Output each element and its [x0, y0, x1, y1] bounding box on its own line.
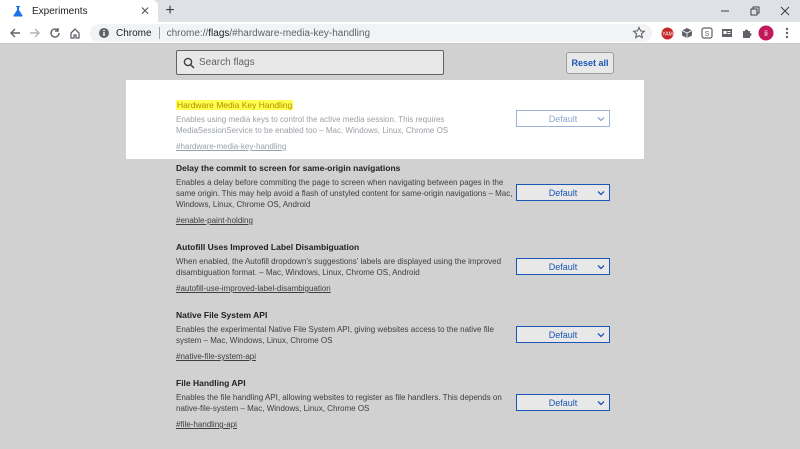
search-field[interactable]	[176, 50, 444, 75]
select-value: Default	[548, 397, 578, 408]
tab-close-icon[interactable]: ✕	[136, 4, 154, 18]
chrome-info-icon[interactable]	[98, 27, 110, 39]
flask-icon	[13, 6, 23, 17]
flag-name: Autofill Uses Improved Label Disambiguat…	[176, 242, 360, 252]
flag-hardware-media-key-handling: Hardware Media Key Handling Enables usin…	[176, 95, 516, 154]
flag-description: Enables using media keys to control the …	[176, 115, 449, 135]
svg-text:ii: ii	[764, 29, 768, 38]
toxic-ext-icon[interactable]: YAM	[660, 26, 674, 40]
chevron-down-icon	[597, 191, 605, 196]
url-text: chrome://flags/#hardware-media-key-handl…	[166, 27, 371, 39]
select-value: Default	[548, 329, 578, 340]
flag-link[interactable]: #enable-paint-holding	[176, 216, 253, 225]
select-value: Default	[548, 187, 578, 198]
select-value: Default	[548, 113, 578, 124]
card-ext-icon[interactable]	[720, 26, 734, 40]
search-input[interactable]	[199, 57, 429, 68]
flag-native-file-system-api: Native File System API Enables the exper…	[176, 310, 516, 364]
cube-ext-icon[interactable]	[680, 26, 694, 40]
flag-select-enable-paint-holding[interactable]: Default	[516, 184, 610, 201]
minimize-icon[interactable]	[710, 0, 740, 22]
flag-description: When enabled, the Autofill dropdown's su…	[176, 257, 502, 277]
avatar[interactable]: ii	[758, 25, 774, 41]
flag-select-autofill-use-improved-label-disambiguation[interactable]: Default	[516, 258, 610, 275]
flag-name: Delay the commit to screen for same-orig…	[176, 163, 401, 173]
address-bar[interactable]: Chrome chrome://flags/#hardware-media-ke…	[90, 24, 652, 42]
new-tab-button[interactable]: +	[160, 1, 180, 21]
tab-title: Experiments	[32, 5, 88, 17]
chevron-down-icon	[597, 333, 605, 338]
flag-description: Enables the file handling API, allowing …	[176, 393, 502, 413]
bookmark-star-icon[interactable]	[632, 26, 646, 40]
svg-text:S: S	[705, 31, 710, 38]
flags-header: Reset all	[0, 45, 800, 81]
home-icon[interactable]	[66, 24, 84, 42]
flag-name: File Handling API	[176, 378, 246, 388]
s-ext-icon[interactable]: S	[700, 26, 714, 40]
chevron-down-icon	[597, 401, 605, 406]
flags-page: Reset all Hardware Media Key Handling En…	[0, 45, 800, 449]
reset-all-button[interactable]: Reset all	[566, 52, 614, 74]
flag-description: Enables a delay before commiting the pag…	[176, 178, 513, 209]
flag-file-handling-api: File Handling API Enables the file handl…	[176, 378, 516, 432]
back-icon[interactable]	[6, 24, 24, 42]
search-icon	[183, 57, 195, 69]
forward-icon[interactable]	[26, 24, 44, 42]
scheme-label: Chrome	[116, 27, 152, 39]
chevron-down-icon	[597, 265, 605, 270]
flag-autofill-use-improved-label-disambiguation: Autofill Uses Improved Label Disambiguat…	[176, 242, 516, 296]
flag-enable-paint-holding: Delay the commit to screen for same-orig…	[176, 163, 516, 228]
reload-icon[interactable]	[46, 24, 64, 42]
chevron-down-icon	[597, 117, 605, 122]
flag-description: Enables the experimental Native File Sys…	[176, 325, 494, 345]
flag-select-file-handling-api[interactable]: Default	[516, 394, 610, 411]
close-window-icon[interactable]	[770, 0, 800, 22]
tab-strip: Experiments ✕ +	[0, 0, 800, 22]
kebab-menu-icon[interactable]	[780, 26, 794, 40]
browser-toolbar: Chrome chrome://flags/#hardware-media-ke…	[0, 22, 800, 44]
tab-experiments[interactable]: Experiments ✕	[0, 0, 158, 22]
flag-link[interactable]: #autofill-use-improved-label-disambiguat…	[176, 284, 331, 293]
flag-select-native-file-system-api[interactable]: Default	[516, 326, 610, 343]
flag-link[interactable]: #native-file-system-api	[176, 352, 256, 361]
flag-link[interactable]: #hardware-media-key-handling	[176, 142, 286, 151]
puzzle-extensions-icon[interactable]	[740, 26, 754, 40]
flag-name: Native File System API	[176, 310, 268, 320]
flag-select-hardware-media-key-handling[interactable]: Default	[516, 110, 610, 127]
flag-name: Hardware Media Key Handling	[176, 100, 294, 110]
select-value: Default	[548, 261, 578, 272]
flag-link[interactable]: #file-handling-api	[176, 420, 237, 429]
omnibox-separator	[158, 27, 160, 39]
restore-icon[interactable]	[740, 0, 770, 22]
svg-text:YAM: YAM	[662, 31, 672, 37]
